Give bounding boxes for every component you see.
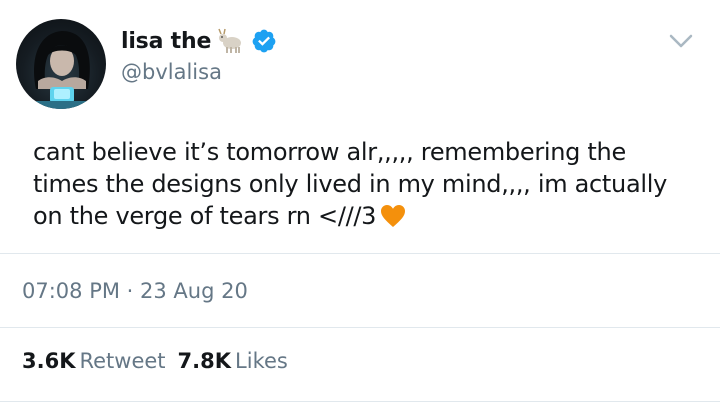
tweet-text: cant believe it’s tomorrow alr,,,,, reme… — [33, 136, 693, 232]
orange-heart-emoji-icon — [380, 204, 406, 228]
divider-middle — [0, 327, 720, 328]
likes-label: Likes — [235, 349, 288, 373]
avatar-photo — [34, 31, 90, 109]
tweet-stats: 3.6K Retweet 7.8K Likes — [22, 349, 300, 373]
divider-bottom — [0, 401, 720, 402]
display-name[interactable]: lisa the — [121, 29, 211, 54]
likes-stat[interactable]: 7.8K Likes — [178, 349, 288, 373]
avatar[interactable] — [16, 19, 106, 109]
tweet-body: cant believe it’s tomorrow alr,,,,, reme… — [33, 138, 667, 230]
verified-badge-icon — [251, 28, 277, 54]
likes-count: 7.8K — [177, 349, 232, 373]
retweets-count: 3.6K — [22, 349, 76, 373]
display-name-row: lisa the — [121, 26, 277, 56]
user-handle[interactable]: @bvlalisa — [121, 60, 222, 84]
tweet-timestamp[interactable]: 07:08 PM · 23 Aug 20 — [22, 279, 248, 303]
tweet-card: lisa the @bvlalisa cant believe it’s tom… — [0, 0, 720, 405]
retweets-stat[interactable]: 3.6K Retweet — [22, 349, 166, 373]
goat-emoji-icon — [217, 28, 245, 54]
retweets-label: Retweet — [79, 349, 166, 373]
divider-top — [0, 253, 720, 254]
chevron-down-icon[interactable] — [668, 32, 694, 50]
